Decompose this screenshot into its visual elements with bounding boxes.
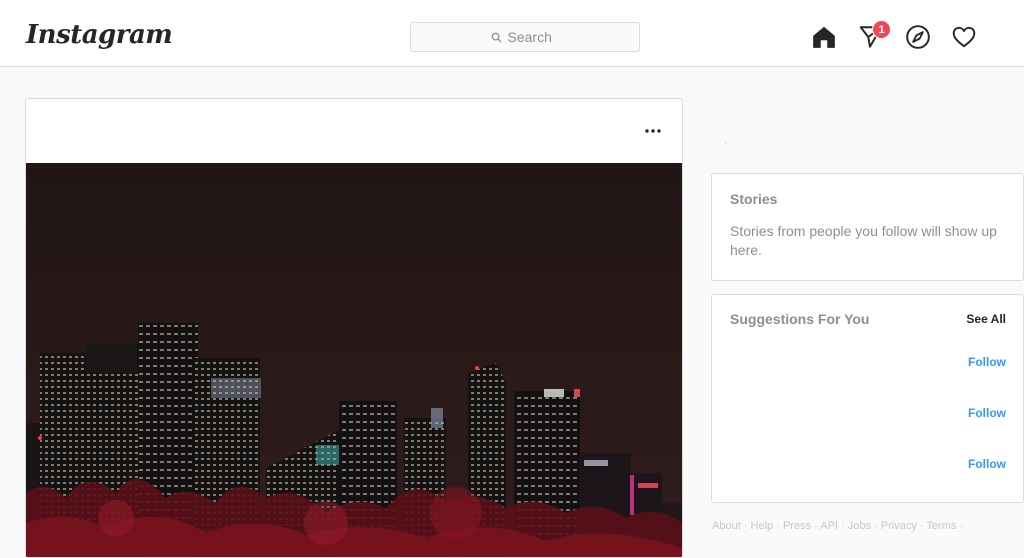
post-header	[26, 99, 682, 163]
suggestions-panel: Suggestions For You See All Follow Follo…	[711, 294, 1024, 503]
footer-link-terms[interactable]: Terms	[926, 520, 956, 532]
feed-post	[25, 98, 683, 558]
follow-button[interactable]: Follow	[968, 406, 1006, 420]
post-photo[interactable]	[26, 163, 682, 557]
footer-links: About · Help · Press · API · Jobs · Priv…	[712, 520, 963, 532]
see-all-link[interactable]: See All	[966, 312, 1006, 326]
footer-link-api[interactable]: API	[820, 520, 838, 532]
search-box[interactable]	[410, 22, 640, 52]
stories-panel: Stories Stories from people you follow w…	[711, 173, 1024, 281]
footer-link-help[interactable]: Help	[751, 520, 774, 532]
follow-button[interactable]: Follow	[968, 457, 1006, 471]
footer-separator: ·	[773, 520, 783, 532]
suggestions-title: Suggestions For You	[730, 311, 870, 327]
footer-separator: ·	[871, 520, 881, 532]
footer-link-privacy[interactable]: Privacy	[881, 520, 917, 532]
home-icon	[813, 26, 835, 48]
footer-separator: ·	[811, 520, 821, 532]
notification-badge: 1	[872, 20, 891, 39]
instagram-logo[interactable]: Instagram	[26, 18, 173, 52]
ellipsis-icon	[645, 129, 661, 133]
search-input[interactable]	[507, 29, 560, 45]
loading-mark: `	[724, 142, 728, 153]
explore-button[interactable]	[905, 24, 931, 50]
footer-link-about[interactable]: About	[712, 520, 741, 532]
stories-empty-text: Stories from people you follow will show…	[730, 223, 997, 258]
footer-link-press[interactable]: Press	[783, 520, 811, 532]
footer-link-jobs[interactable]: Jobs	[848, 520, 871, 532]
footer-separator: ·	[956, 520, 964, 532]
city-skyline-photo	[26, 163, 682, 557]
stories-title: Stories	[730, 191, 778, 207]
footer-separator: ·	[837, 520, 848, 532]
top-navigation-bar: Instagram 1	[0, 0, 1024, 67]
heart-icon	[952, 26, 976, 48]
post-options-button[interactable]	[642, 121, 664, 141]
compass-icon	[906, 25, 930, 49]
activity-button[interactable]	[951, 24, 977, 50]
footer-separator: ·	[740, 520, 751, 532]
search-icon	[491, 32, 502, 43]
footer-separator: ·	[916, 520, 927, 532]
home-button[interactable]	[811, 24, 837, 50]
follow-button[interactable]: Follow	[968, 355, 1006, 369]
